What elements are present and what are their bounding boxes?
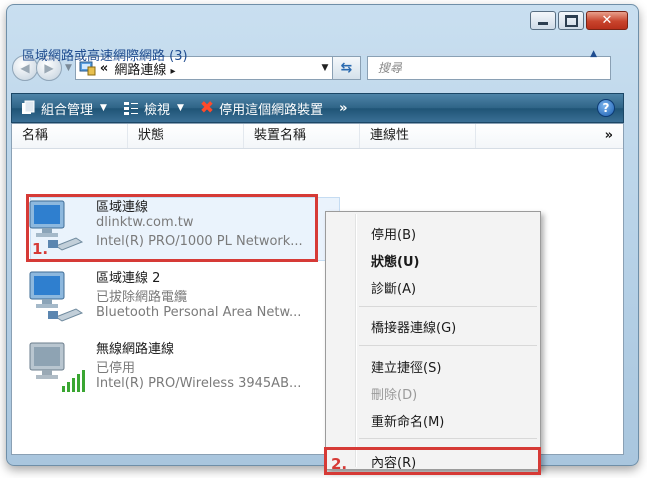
step2-label: 2.: [331, 455, 348, 473]
chevron-down-icon: ▼: [176, 103, 184, 113]
connection-device: Bluetooth Personal Area Netw...: [96, 305, 302, 320]
step1-label: 1.: [32, 240, 49, 258]
menu-item-diagnose[interactable]: 診斷(A): [371, 278, 416, 297]
connection-status: 已停用: [96, 361, 136, 376]
connection-name: 無線網路連線: [96, 342, 175, 357]
collapse-chevron-icon[interactable]: ▲: [590, 49, 597, 59]
step2-highlight-box: [324, 447, 541, 475]
menu-item-rename[interactable]: 重新命名(M): [371, 411, 444, 430]
minimize-button[interactable]: [530, 11, 556, 30]
views-button[interactable]: 檢視 ▼: [123, 99, 184, 118]
disable-device-button[interactable]: ✖ 停用這個網路裝置: [200, 98, 323, 118]
wired-network-icon: [29, 271, 84, 322]
group-divider: [195, 53, 581, 55]
columns-overflow-button[interactable]: »: [605, 124, 623, 148]
connection-item-lan-2[interactable]: 區域連線 2 已拔除網路電纜 Bluetooth Personal Area N…: [24, 267, 324, 329]
context-menu: 停用(B) 狀態(U) 診斷(A) 橋接器連線(G) 建立捷徑(S) 刪除(D)…: [325, 211, 541, 471]
column-header-connectivity[interactable]: 連線性: [360, 124, 476, 148]
address-segment[interactable]: 網路連線: [114, 63, 166, 78]
menu-item-delete[interactable]: 刪除(D): [371, 384, 417, 403]
column-header-name[interactable]: 名稱: [12, 124, 128, 148]
maximize-button[interactable]: [558, 11, 584, 30]
connection-item-wireless[interactable]: 無線網路連線 已停用 Intel(R) PRO/Wireless 3945AB.…: [24, 338, 324, 400]
organize-button[interactable]: 組合管理 ▼: [20, 99, 107, 118]
close-button[interactable]: ✕: [586, 11, 628, 30]
disable-x-icon: ✖: [199, 98, 215, 118]
minimize-icon: [538, 22, 548, 25]
address-separator[interactable]: ▸: [170, 66, 175, 77]
column-headers: 名稱 狀態 裝置名稱 連線性 »: [12, 124, 623, 149]
column-header-device[interactable]: 裝置名稱: [244, 124, 360, 148]
views-icon: [123, 102, 138, 115]
menu-item-bridge[interactable]: 橋接器連線(G): [371, 317, 456, 336]
recent-pages-dropdown[interactable]: ▼: [65, 63, 72, 73]
connection-device: Intel(R) PRO/Wireless 3945AB...: [96, 376, 302, 391]
command-bar: 組合管理 ▼ 檢視 ▼ ✖ 停用這個網路裝置 » ?: [11, 93, 624, 123]
connection-name: 區域連線 2: [96, 271, 161, 286]
chevron-down-icon: ▼: [100, 103, 107, 113]
connection-status: 已拔除網路電纜: [96, 290, 188, 305]
disable-device-label: 停用這個網路裝置: [219, 102, 324, 118]
close-icon: ✕: [601, 13, 613, 28]
menu-item-disable[interactable]: 停用(B): [371, 224, 416, 243]
views-label: 檢視: [143, 102, 170, 118]
menu-separator: [359, 306, 537, 307]
organize-icon: [22, 100, 35, 114]
group-header[interactable]: 區域網路或高速網際網路 (3) ▲: [22, 44, 597, 64]
menu-item-status[interactable]: 狀態(U): [371, 251, 419, 270]
menu-item-create-shortcut[interactable]: 建立捷徑(S): [371, 357, 441, 376]
caption-buttons: ✕: [530, 11, 628, 30]
toolbar-overflow-button[interactable]: »: [339, 101, 347, 116]
help-button[interactable]: ?: [597, 99, 615, 117]
group-title: 區域網路或高速網際網路 (3): [22, 48, 188, 64]
maximize-icon: [564, 14, 578, 27]
menu-separator: [359, 345, 537, 346]
wireless-network-icon: [29, 342, 85, 392]
step1-highlight-box: [26, 194, 318, 262]
menu-gutter: [355, 214, 357, 467]
column-header-status[interactable]: 狀態: [128, 124, 244, 148]
menu-separator: [359, 438, 537, 439]
address-dropdown-icon[interactable]: ▼: [318, 63, 332, 73]
organize-label: 組合管理: [41, 102, 94, 118]
